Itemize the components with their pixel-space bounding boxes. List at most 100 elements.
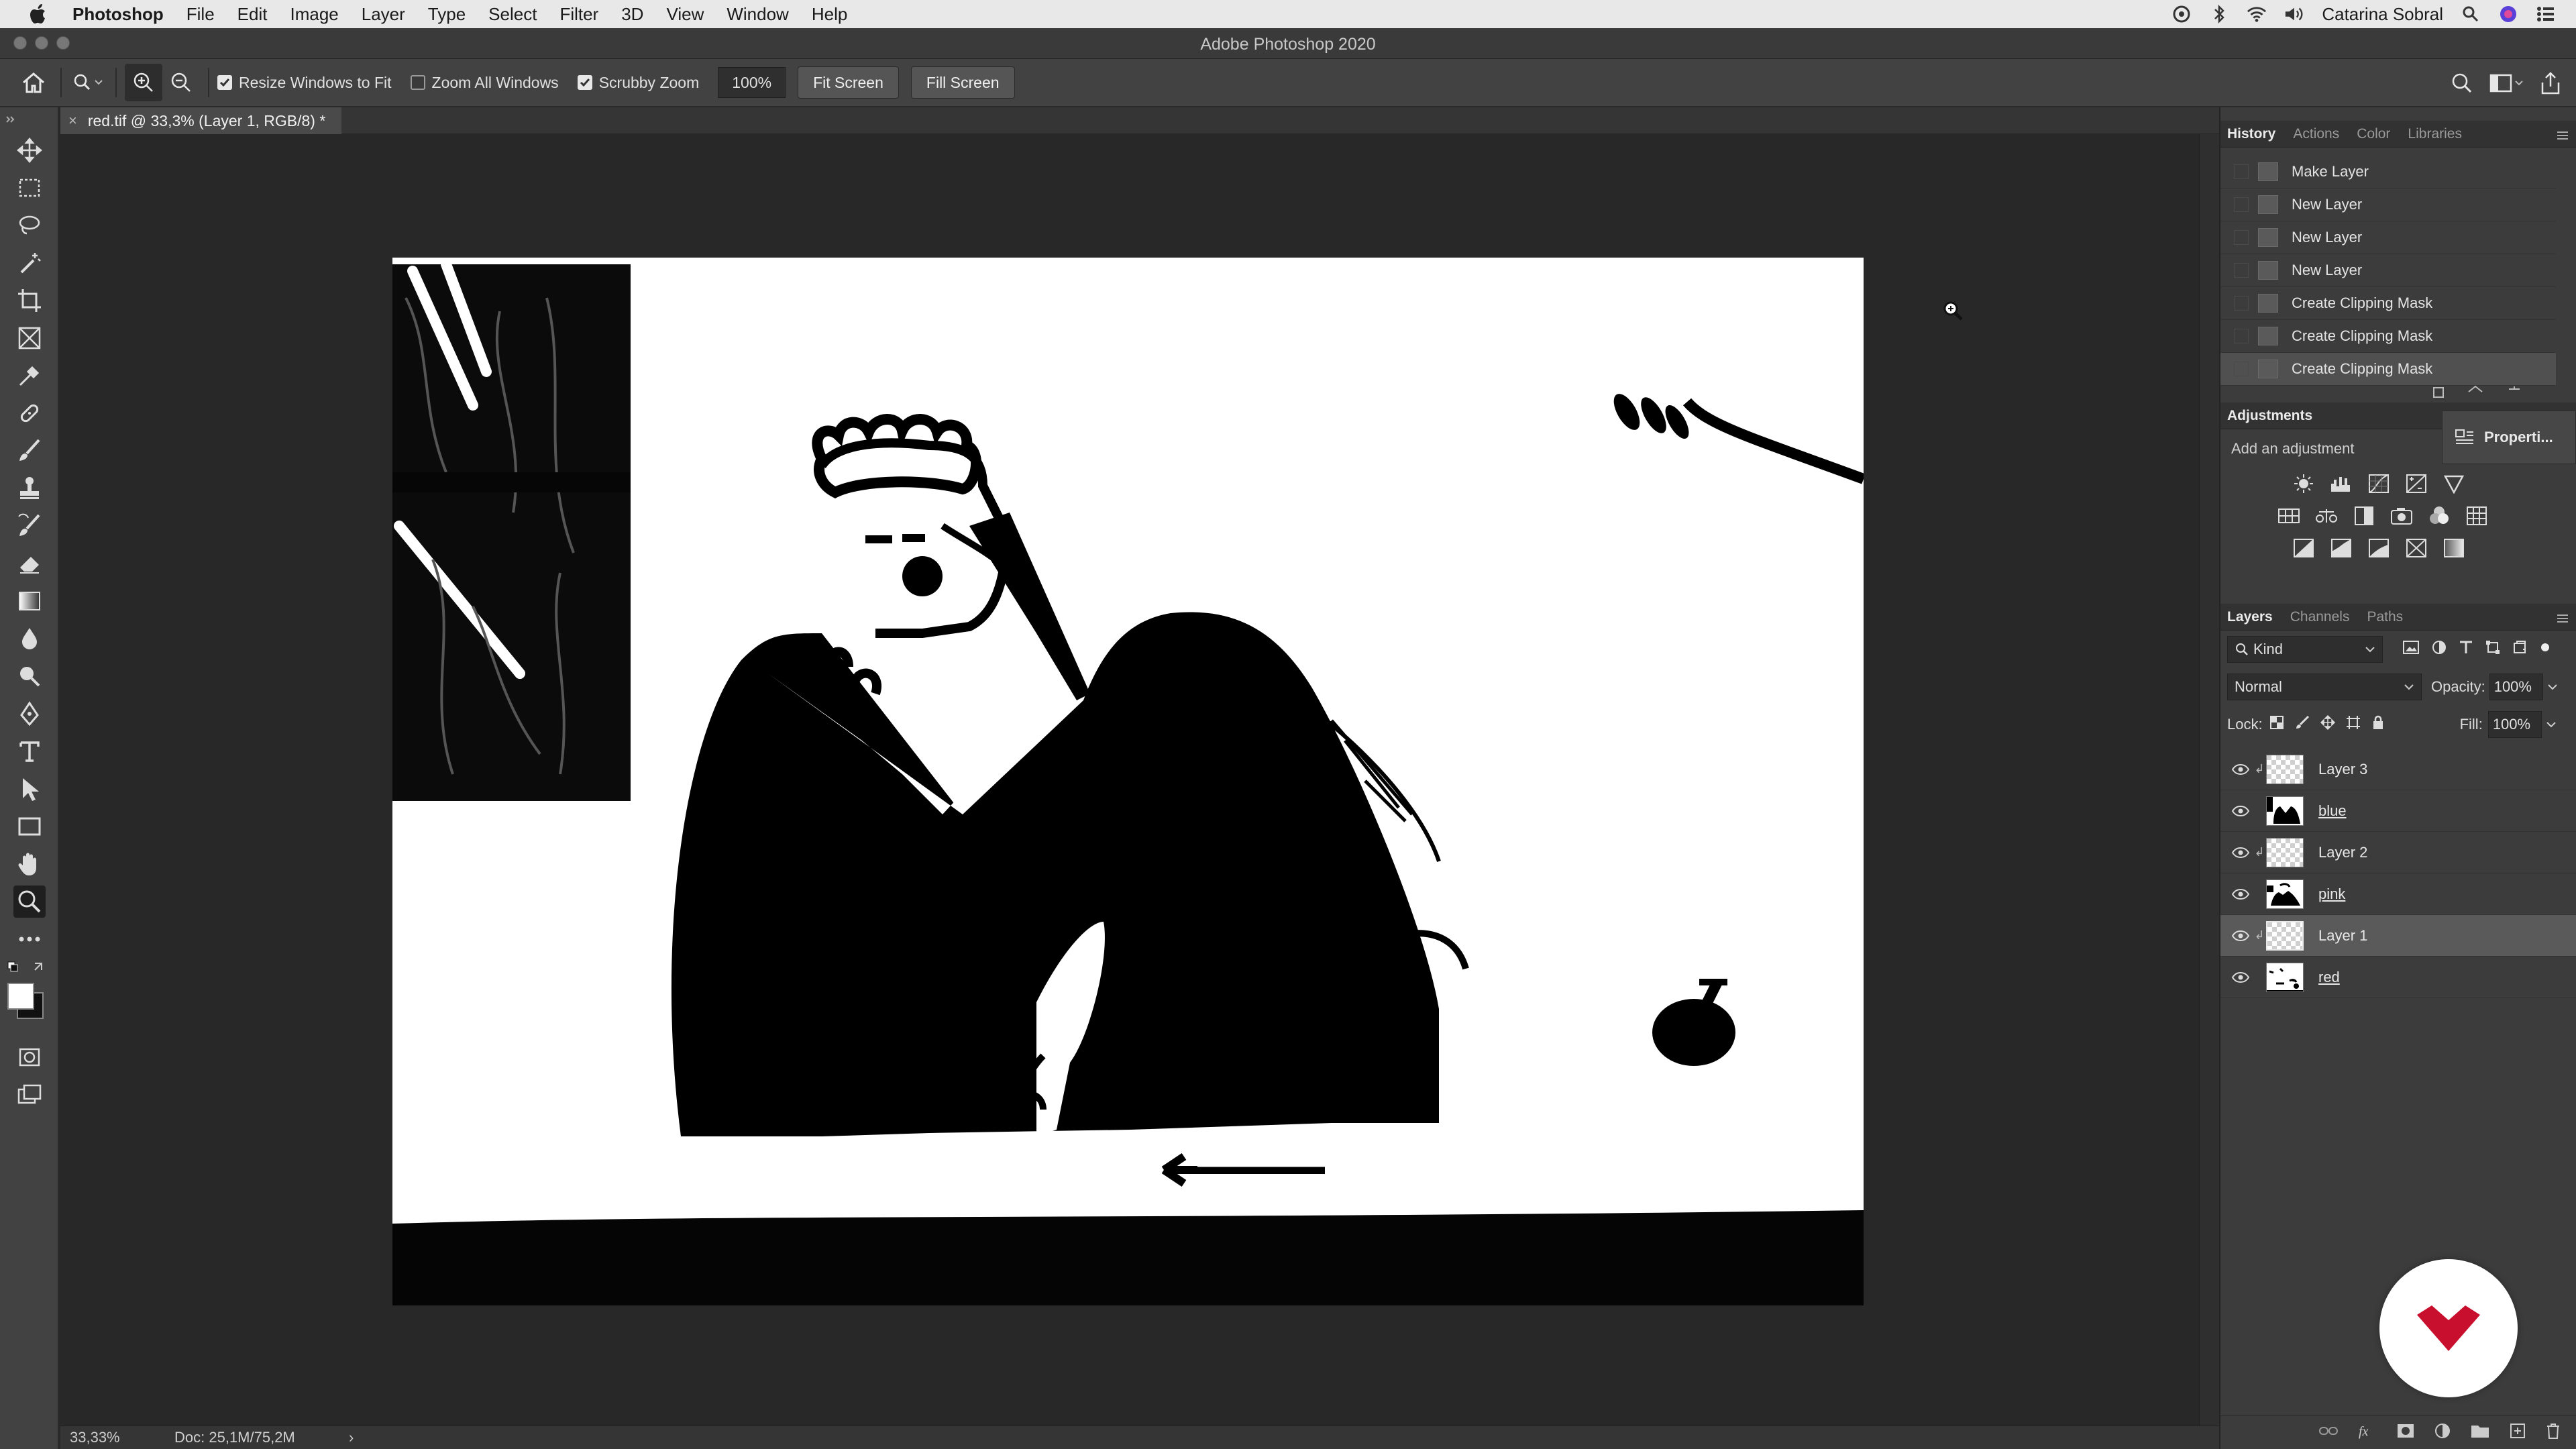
move-tool-icon[interactable] [0, 131, 59, 169]
menu-filter[interactable]: Filter [559, 4, 598, 25]
wifi-icon[interactable] [2247, 4, 2267, 24]
history-item[interactable]: New Layer [2220, 189, 2556, 221]
quick-mask-icon[interactable] [0, 1038, 59, 1076]
screen-mode-icon[interactable] [0, 1076, 59, 1114]
eraser-tool-icon[interactable] [0, 545, 59, 582]
filter-type-icon[interactable] [2458, 639, 2474, 659]
color-balance-icon[interactable] [2314, 504, 2339, 527]
color-lookup-icon[interactable] [2465, 504, 2489, 527]
creative-cloud-icon[interactable] [2171, 4, 2192, 24]
tab-adjustments[interactable]: Adjustments [2227, 408, 2312, 424]
checkbox-checked[interactable] [577, 75, 592, 90]
history-item[interactable]: New Layer [2220, 254, 2556, 287]
visibility-eye-icon[interactable] [2229, 847, 2253, 858]
volume-icon[interactable] [2284, 4, 2304, 24]
pen-tool-icon[interactable] [0, 695, 59, 733]
hand-tool-icon[interactable] [0, 845, 59, 883]
search-icon[interactable] [2443, 64, 2481, 102]
layer-name[interactable]: blue [2318, 802, 2347, 820]
status-zoom-level[interactable]: 33,33% [60, 1429, 174, 1446]
workspace-switcher-icon[interactable] [2487, 64, 2525, 102]
layer-name[interactable]: red [2318, 969, 2340, 986]
layer-row[interactable]: blue [2220, 790, 2576, 832]
tab-layers[interactable]: Layers [2227, 609, 2273, 625]
zoom-in-icon[interactable] [125, 64, 162, 101]
history-item-selected[interactable]: Create Clipping Mask [2220, 353, 2556, 386]
layer-row[interactable]: red [2220, 957, 2576, 998]
spotlight-search-icon[interactable] [2461, 4, 2481, 24]
rectangle-tool-icon[interactable] [0, 808, 59, 845]
menu-edit[interactable]: Edit [237, 4, 268, 25]
layer-style-fx-icon[interactable]: fx [2357, 1423, 2377, 1442]
history-item[interactable]: Create Clipping Mask [2220, 320, 2556, 353]
eyedropper-tool-icon[interactable] [0, 357, 59, 394]
layer-name[interactable]: Layer 1 [2318, 927, 2367, 945]
lock-transparent-icon[interactable] [2269, 715, 2284, 734]
delete-layer-trash-icon[interactable] [2545, 1422, 2561, 1443]
filter-toggle-icon[interactable] [2538, 641, 2552, 658]
vibrance-icon[interactable] [2442, 472, 2466, 495]
properties-collapsed-panel[interactable]: Properti... [2442, 411, 2576, 464]
tab-channels[interactable]: Channels [2290, 609, 2350, 625]
user-name[interactable]: Catarina Sobral [2322, 4, 2443, 25]
brush-tool-icon[interactable] [0, 432, 59, 470]
resize-windows-checkbox[interactable]: Resize Windows to Fit [217, 74, 392, 92]
menu-layer[interactable]: Layer [362, 4, 405, 25]
layer-name[interactable]: Layer 2 [2318, 844, 2367, 861]
new-adjustment-layer-icon[interactable] [2434, 1422, 2451, 1443]
menu-image[interactable]: Image [290, 4, 338, 25]
invert-icon[interactable] [2292, 537, 2316, 559]
clone-stamp-tool-icon[interactable] [0, 470, 59, 507]
visibility-eye-icon[interactable] [2229, 888, 2253, 900]
visibility-eye-icon[interactable] [2229, 805, 2253, 816]
zoom-out-icon[interactable] [162, 64, 200, 101]
tab-color[interactable]: Color [2357, 126, 2390, 142]
bluetooth-icon[interactable] [2209, 4, 2229, 24]
lock-image-pixels-icon[interactable] [2295, 715, 2310, 734]
blend-mode-select[interactable]: Normal [2227, 674, 2422, 700]
zoom-percent-field[interactable]: 100% [718, 67, 786, 98]
zoom-all-windows-checkbox[interactable]: Zoom All Windows [410, 74, 559, 92]
filter-shape-icon[interactable] [2485, 639, 2501, 659]
menu-view[interactable]: View [666, 4, 704, 25]
tab-paths[interactable]: Paths [2367, 609, 2403, 625]
history-brush-tool-icon[interactable] [0, 507, 59, 545]
filter-smart-object-icon[interactable] [2512, 639, 2528, 659]
layer-name[interactable]: pink [2318, 885, 2345, 903]
share-icon[interactable] [2532, 64, 2569, 102]
new-layer-icon[interactable] [2509, 1422, 2526, 1443]
add-mask-icon[interactable] [2396, 1423, 2415, 1442]
levels-icon[interactable] [2329, 472, 2353, 495]
blur-tool-icon[interactable] [0, 620, 59, 657]
photo-filter-icon[interactable] [2390, 504, 2414, 527]
visibility-eye-icon[interactable] [2229, 930, 2253, 941]
posterize-icon[interactable] [2329, 537, 2353, 559]
history-item[interactable]: Create Clipping Mask [2220, 287, 2556, 320]
lock-artboard-icon[interactable] [2346, 715, 2361, 734]
layer-row[interactable]: ↲ Layer 2 [2220, 832, 2576, 873]
tab-history[interactable]: History [2227, 126, 2275, 142]
exposure-icon[interactable] [2404, 472, 2428, 495]
frame-tool-icon[interactable] [0, 319, 59, 357]
gradient-tool-icon[interactable] [0, 582, 59, 620]
close-tab-button[interactable]: × [68, 112, 77, 129]
apple-icon[interactable] [25, 3, 52, 25]
threshold-icon[interactable] [2367, 537, 2391, 559]
gradient-map-icon[interactable] [2442, 537, 2466, 559]
new-group-folder-icon[interactable] [2470, 1423, 2490, 1442]
home-icon[interactable] [15, 64, 52, 101]
filter-pixel-icon[interactable] [2402, 639, 2420, 659]
status-menu-arrow[interactable]: › [349, 1429, 354, 1446]
chevron-down-icon[interactable] [2546, 721, 2557, 728]
menu-help[interactable]: Help [812, 4, 847, 25]
document-canvas[interactable] [392, 258, 1864, 1305]
menu-window[interactable]: Window [727, 4, 788, 25]
tab-libraries[interactable]: Libraries [2408, 126, 2462, 142]
menu-file[interactable]: File [186, 4, 215, 25]
channel-mixer-icon[interactable] [2427, 504, 2451, 527]
layer-kind-filter[interactable]: Kind [2227, 636, 2383, 663]
dodge-tool-icon[interactable] [0, 657, 59, 695]
history-item[interactable]: New Layer [2220, 221, 2556, 254]
magic-wand-tool-icon[interactable] [0, 244, 59, 282]
menu-type[interactable]: Type [428, 4, 466, 25]
